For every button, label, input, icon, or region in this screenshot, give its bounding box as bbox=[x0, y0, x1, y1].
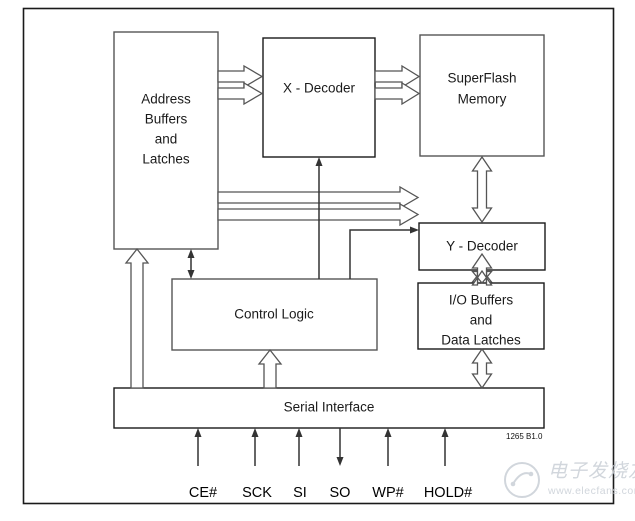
label-superflash-line2: Memory bbox=[458, 92, 507, 107]
arrowhead-so bbox=[336, 457, 344, 466]
label-superflash-line1: SuperFlash bbox=[447, 71, 516, 86]
arrowhead-ce bbox=[194, 428, 202, 437]
figure-id-label: 1265 B1.0 bbox=[506, 432, 543, 441]
arrowhead-controllogic-ydecoder bbox=[410, 226, 419, 234]
watermark-logo-swoosh-icon bbox=[512, 472, 532, 485]
pin-label-so: SO bbox=[330, 485, 351, 501]
arrowhead-si bbox=[295, 428, 303, 437]
label-serial-interface: Serial Interface bbox=[284, 400, 375, 415]
label-address-buffers-line2: Buffers bbox=[145, 112, 188, 127]
label-y-decoder: Y - Decoder bbox=[446, 239, 518, 254]
arrowhead-hold bbox=[441, 428, 449, 437]
watermark-chinese-text: 电子发烧友 bbox=[548, 460, 635, 482]
label-x-decoder: X - Decoder bbox=[283, 81, 356, 96]
pin-stems bbox=[194, 428, 449, 466]
pin-label-wp: WP# bbox=[372, 485, 403, 501]
watermark-node-b-icon bbox=[528, 471, 534, 477]
label-address-buffers-line4: Latches bbox=[142, 152, 190, 167]
label-address-buffers-line3: and bbox=[155, 132, 178, 147]
block-diagram: Address Buffers and Latches X - Decoder … bbox=[0, 0, 635, 521]
arrowhead-address-to-controllogic bbox=[187, 270, 195, 279]
pin-label-sck: SCK bbox=[242, 485, 272, 501]
pin-label-hold: HOLD# bbox=[424, 485, 472, 501]
watermark-node-a-icon bbox=[510, 481, 516, 487]
label-io-buffers-line1: I/O Buffers bbox=[449, 293, 514, 308]
arrow-serial-to-controllogic bbox=[257, 348, 283, 389]
diagram-canvas: Address Buffers and Latches X - Decoder … bbox=[22, 7, 635, 505]
arrow-controllogic-to-ydecoder bbox=[349, 226, 419, 279]
arrowhead-controllogic-to-address bbox=[187, 249, 195, 258]
arrowhead-controllogic-xdecoder bbox=[315, 157, 323, 166]
pin-label-si: SI bbox=[293, 485, 307, 501]
arrow-memory-to-ydecoder bbox=[471, 155, 493, 224]
arrow-iobuffers-to-serial bbox=[471, 347, 493, 390]
arrow-serial-to-address bbox=[124, 247, 150, 389]
label-control-logic: Control Logic bbox=[234, 307, 314, 322]
watermark: 电子发烧友 www.elecfans.com bbox=[504, 460, 635, 498]
arrow-address-to-controllogic bbox=[187, 249, 195, 279]
label-address-buffers-line1: Address bbox=[141, 92, 191, 107]
arrow-address-to-xdecoder bbox=[217, 64, 264, 106]
label-io-buffers-line2: and bbox=[470, 313, 493, 328]
block-x-decoder bbox=[262, 37, 376, 158]
watermark-url-text: www.elecfans.com bbox=[547, 485, 635, 497]
watermark-logo-icon bbox=[504, 462, 540, 498]
arrowhead-wp bbox=[384, 428, 392, 437]
arrow-address-to-ydecoder bbox=[217, 185, 420, 227]
arrow-xdecoder-to-memory bbox=[374, 64, 421, 106]
label-io-buffers-line3: Data Latches bbox=[441, 333, 521, 348]
pin-label-ce: CE# bbox=[189, 485, 217, 501]
arrowhead-sck bbox=[251, 428, 259, 437]
